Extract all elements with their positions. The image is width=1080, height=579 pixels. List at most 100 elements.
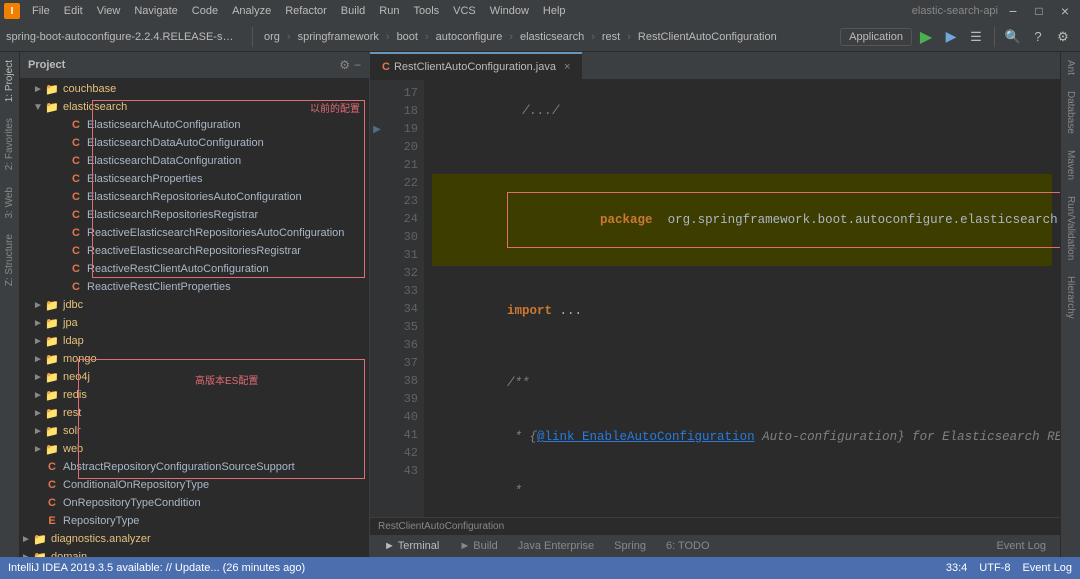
folder-icon: 📁 (44, 369, 60, 385)
tree-item-couchbase[interactable]: ► 📁 couchbase (20, 80, 369, 98)
breadcrumb-org[interactable]: org (261, 29, 283, 45)
chevron-right-icon: ► (32, 390, 44, 401)
tree-label: ElasticsearchRepositoriesAutoConfigurati… (87, 191, 302, 203)
tab-web[interactable]: 3: Web (2, 179, 17, 227)
panel-collapse-icon[interactable]: − (354, 58, 361, 72)
breadcrumb-autoconfigure[interactable]: autoconfigure (433, 29, 506, 45)
tab-todo[interactable]: 6: TODO (660, 538, 716, 554)
run-config-selector[interactable]: Application (840, 28, 912, 46)
tree-item-rest-folder[interactable]: ► 📁 rest (20, 404, 369, 422)
tab-ant[interactable]: Ant (1063, 52, 1078, 83)
menu-build[interactable]: Build (335, 3, 371, 19)
breadcrumb-class[interactable]: RestClientAutoConfiguration (635, 29, 780, 45)
build-button[interactable]: ☰ (965, 26, 987, 48)
breadcrumb-rest[interactable]: rest (599, 29, 623, 45)
editor-area: C RestClientAutoConfiguration.java × ▶ (370, 52, 1060, 557)
search-button[interactable]: 🔍 (1002, 26, 1024, 48)
toolbar-separator (252, 27, 253, 47)
tree-item-elasticsearch-props[interactable]: C ElasticsearchProperties (20, 170, 369, 188)
toolbar-actions: Application ▶ ▶ ☰ 🔍 ? ⚙ (840, 26, 1074, 48)
tab-hierarchy[interactable]: Hierarchy (1063, 268, 1078, 327)
tree-item-domain[interactable]: ► 📁 domain (20, 548, 369, 557)
tab-terminal[interactable]: ► Terminal (378, 538, 445, 554)
tree-item-conditional-repo-type[interactable]: C ConditionalOnRepositoryType (20, 476, 369, 494)
tree-item-web[interactable]: ► 📁 web (20, 440, 369, 458)
tree-label: ElasticsearchDataConfiguration (87, 155, 241, 167)
tree-item-elasticsearch-data-auto[interactable]: C ElasticsearchDataAutoConfiguration (20, 134, 369, 152)
panel-settings-icon[interactable]: ⚙ (339, 58, 350, 72)
menu-window[interactable]: Window (484, 3, 535, 19)
menu-code[interactable]: Code (186, 3, 224, 19)
run-button[interactable]: ▶ (915, 26, 937, 48)
tab-maven[interactable]: Maven (1063, 142, 1078, 188)
tree-item-redis[interactable]: ► 📁 redis (20, 386, 369, 404)
breadcrumb-boot[interactable]: boot (394, 29, 421, 45)
cursor-position: 33:4 (946, 562, 967, 574)
tab-structure[interactable]: Z: Structure (2, 226, 17, 294)
tree-item-reactive-rest-auto[interactable]: C ReactiveRestClientAutoConfiguration (20, 260, 369, 278)
tree-item-elasticsearch-data-config[interactable]: C ElasticsearchDataConfiguration (20, 152, 369, 170)
tab-project[interactable]: 1: Project (2, 52, 17, 110)
tree-item-jdbc[interactable]: ► 📁 jdbc (20, 296, 369, 314)
tree-item-elasticsearch[interactable]: ▼ 📁 elasticsearch (20, 98, 369, 116)
maximize-btn[interactable]: □ (1028, 0, 1050, 22)
tree-item-jpa[interactable]: ► 📁 jpa (20, 314, 369, 332)
tab-close-icon[interactable]: × (564, 61, 570, 73)
tree-item-elasticsearch-auto-config[interactable]: C ElasticsearchAutoConfiguration (20, 116, 369, 134)
minimize-btn[interactable]: − (1002, 0, 1024, 22)
breadcrumb-springframework[interactable]: springframework (295, 29, 382, 45)
tree-item-elasticsearch-repos-registrar[interactable]: C ElasticsearchRepositoriesRegistrar (20, 206, 369, 224)
tab-spring[interactable]: Spring (608, 538, 652, 554)
editor-tab-rest-client[interactable]: C RestClientAutoConfiguration.java × (370, 52, 582, 79)
breadcrumb-elasticsearch[interactable]: elasticsearch (517, 29, 587, 45)
menu-navigate[interactable]: Navigate (128, 3, 183, 19)
java-icon: C (44, 495, 60, 511)
tree-item-reactive-elastic-repos-auto[interactable]: C ReactiveElasticsearchRepositoriesAutoC… (20, 224, 369, 242)
menu-refactor[interactable]: Refactor (279, 3, 333, 19)
tree-item-ldap[interactable]: ► 📁 ldap (20, 332, 369, 350)
debug-button[interactable]: ▶ (940, 26, 962, 48)
menu-run[interactable]: Run (373, 3, 405, 19)
tab-java-enterprise[interactable]: Java Enterprise (512, 538, 600, 554)
tree-item-solr[interactable]: ► 📁 solr (20, 422, 369, 440)
help-button[interactable]: ? (1027, 26, 1049, 48)
tree-item-repo-type[interactable]: E RepositoryType (20, 512, 369, 530)
code-line (432, 156, 1052, 174)
tree-item-mongo[interactable]: ► 📁 mongo (20, 350, 369, 368)
bottom-bar-right: Event Log (990, 538, 1052, 554)
chevron-right-icon: ► (32, 354, 44, 365)
tree-view[interactable]: ► 📁 couchbase ▼ 📁 elasticsearch C Elasti… (20, 78, 369, 557)
close-btn[interactable]: × (1054, 0, 1076, 22)
tree-item-abstract-repo[interactable]: C AbstractRepositoryConfigurationSourceS… (20, 458, 369, 476)
tab-database[interactable]: Database (1063, 83, 1078, 142)
tree-label: domain (51, 551, 87, 557)
menu-analyze[interactable]: Analyze (226, 3, 277, 19)
tab-build[interactable]: ► Build (453, 538, 503, 554)
settings-button[interactable]: ⚙ (1052, 26, 1074, 48)
tree-item-diagnostics[interactable]: ► 📁 diagnostics.analyzer (20, 530, 369, 548)
tree-label-elasticsearch: elasticsearch (63, 101, 127, 113)
tab-favorites[interactable]: 2: Favorites (2, 110, 17, 178)
menu-tools[interactable]: Tools (407, 3, 445, 19)
tree-item-reactive-elastic-repos-registrar[interactable]: C ReactiveElasticsearchRepositoriesRegis… (20, 242, 369, 260)
tree-item-neo4j[interactable]: ► 📁 neo4j (20, 368, 369, 386)
tab-run-validation[interactable]: Run/Validation (1063, 188, 1078, 268)
menu-file[interactable]: File (26, 3, 56, 19)
folder-icon: 📁 (44, 423, 60, 439)
tree-item-on-repo-type[interactable]: C OnRepositoryTypeCondition (20, 494, 369, 512)
menu-view[interactable]: View (91, 3, 127, 19)
event-log-tab[interactable]: Event Log (990, 538, 1052, 554)
menu-vcs[interactable]: VCS (447, 3, 482, 19)
menu-help[interactable]: Help (537, 3, 572, 19)
menu-edit[interactable]: Edit (58, 3, 89, 19)
tree-item-reactive-rest-props[interactable]: C ReactiveRestClientProperties (20, 278, 369, 296)
tree-label: OnRepositoryTypeCondition (63, 497, 201, 509)
java-icon: E (44, 513, 60, 529)
tree-item-elasticsearch-repos-auto[interactable]: C ElasticsearchRepositoriesAutoConfigura… (20, 188, 369, 206)
gutter-item: ▶ (370, 120, 384, 138)
event-log-status[interactable]: Event Log (1022, 562, 1072, 574)
code-line: /.../ (432, 84, 1052, 138)
folder-icon: 📁 (44, 405, 60, 421)
tree-label: ConditionalOnRepositoryType (63, 479, 209, 491)
code-area[interactable]: /.../ package org.springframework.boot.a… (424, 80, 1060, 517)
